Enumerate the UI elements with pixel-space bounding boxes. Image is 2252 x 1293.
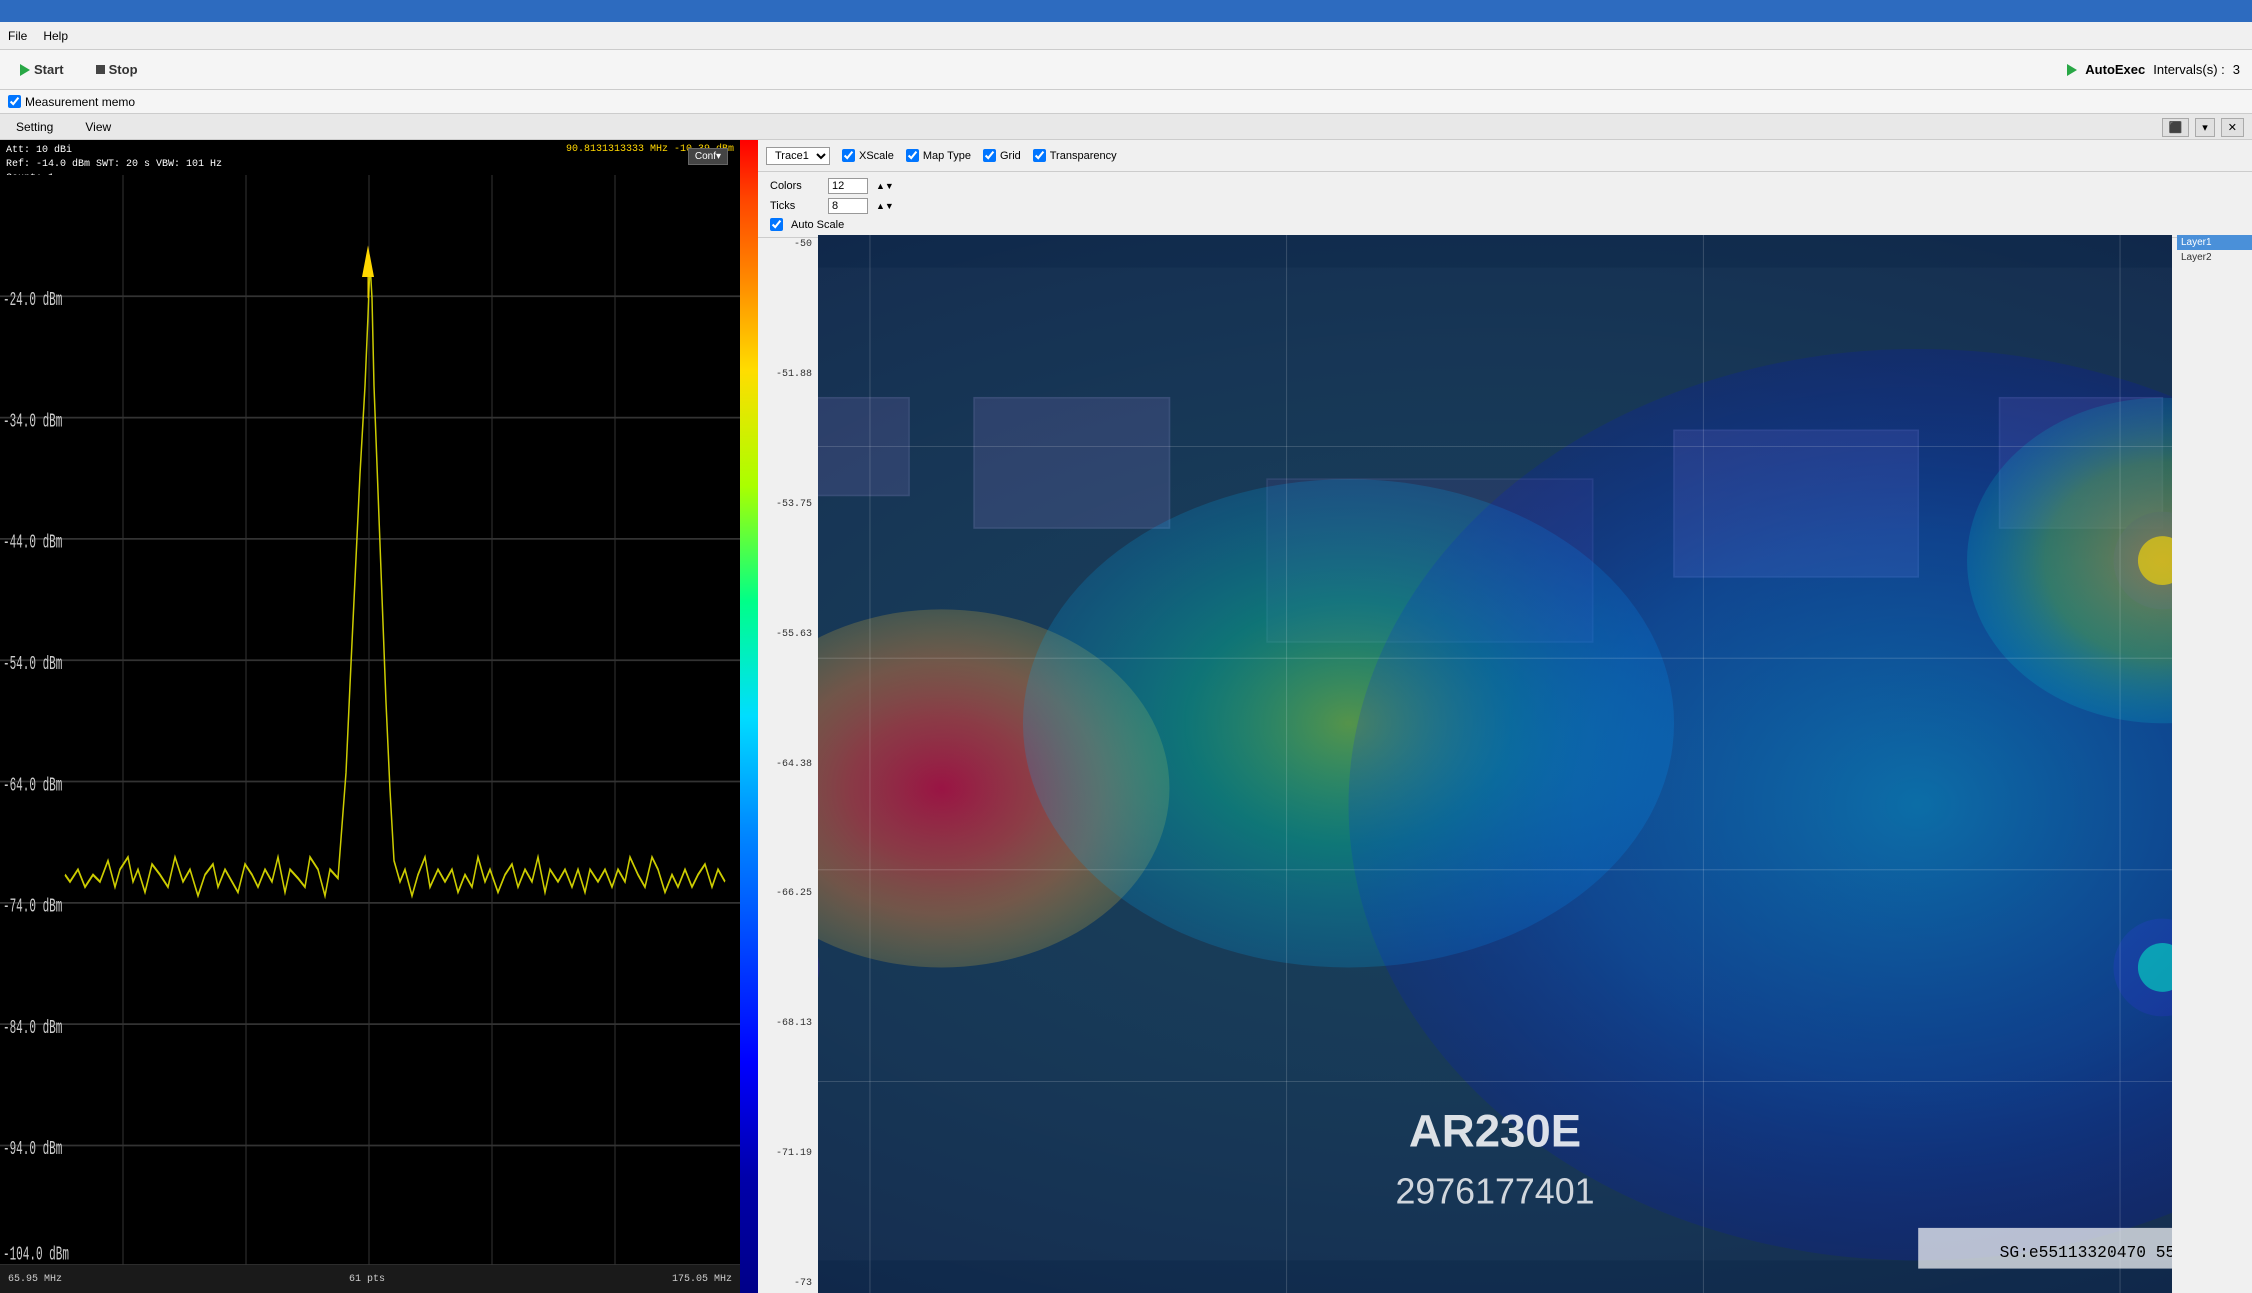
ticks-spinners: ▲▼ — [876, 201, 894, 211]
main-content: Att: 10 dBi Ref: -14.0 dBm SWT: 20 s VBW… — [0, 140, 2252, 1293]
svg-text:-84.0 dBm: -84.0 dBm — [3, 1017, 62, 1039]
stop-button[interactable]: Stop — [88, 58, 146, 81]
autoscale-row: Auto Scale — [770, 218, 2240, 231]
autoexec-play-icon — [2067, 64, 2077, 76]
scale-label: XScale — [842, 149, 894, 162]
color-scale — [740, 140, 758, 1293]
float-btn-1[interactable]: ⬛ — [2162, 118, 2190, 137]
scale-label-3: -55.63 — [760, 629, 816, 640]
help-menu[interactable]: Help — [43, 29, 68, 43]
toolbar: Start Stop AutoExec Intervals(s) : 3 — [0, 50, 2252, 90]
layer-legend: Layer1 Layer2 — [2177, 235, 2252, 265]
autoexec-section: AutoExec Intervals(s) : 3 — [2067, 62, 2240, 77]
pts-center: 61 pts — [349, 1274, 385, 1285]
map-type-checkbox[interactable] — [906, 149, 919, 162]
svg-text:-64.0 dBm: -64.0 dBm — [3, 774, 62, 796]
spectrum-canvas: -24.0 dBm -34.0 dBm -44.0 dBm -54.0 dBm … — [0, 175, 740, 1265]
intervals-value: 3 — [2233, 62, 2240, 77]
autoscale-checkbox[interactable] — [770, 218, 783, 231]
intervals-label: Intervals(s) : — [2153, 62, 2225, 77]
stop-label: Stop — [109, 62, 138, 77]
scale-label-4: -64.38 — [760, 759, 816, 770]
freq-left: 65.95 MHz — [8, 1274, 62, 1285]
start-label: Start — [34, 62, 64, 77]
autoexec-label: AutoExec — [2085, 62, 2145, 77]
colors-row: Colors ▲▼ — [770, 178, 2240, 194]
ticks-input[interactable] — [828, 198, 868, 214]
svg-text:-94.0 dBm: -94.0 dBm — [3, 1138, 62, 1160]
scale-label-7: -71.19 — [760, 1148, 816, 1159]
play-icon — [20, 64, 30, 76]
svg-text:-54.0 dBm: -54.0 dBm — [3, 653, 62, 675]
spectrum-panel: Att: 10 dBi Ref: -14.0 dBm SWT: 20 s VBW… — [0, 140, 740, 1293]
start-button[interactable]: Start — [12, 58, 72, 81]
memo-checkbox[interactable] — [8, 95, 21, 108]
scale-label-0: -50 — [760, 239, 816, 250]
grid-group: Grid — [983, 149, 1021, 162]
title-bar — [0, 0, 2252, 22]
file-menu[interactable]: File — [8, 29, 27, 43]
svg-text:-74.0 dBm: -74.0 dBm — [3, 896, 62, 918]
map-type-group: Map Type — [906, 149, 971, 162]
view-tab[interactable]: View — [77, 118, 119, 136]
settings-tab[interactable]: Setting — [8, 118, 61, 136]
grid-text: Grid — [1000, 150, 1021, 162]
scale-label-5: -66.25 — [760, 888, 816, 899]
conf-button[interactable]: Conf▾ — [688, 148, 728, 165]
svg-text:-34.0 dBm: -34.0 dBm — [3, 410, 62, 432]
colors-spinners: ▲▼ — [876, 181, 894, 191]
svg-text:AR230E: AR230E — [1409, 1106, 1581, 1157]
float-btn-2[interactable]: ▾ — [2195, 118, 2215, 137]
scale-label-1: -51.88 — [760, 369, 816, 380]
trace-select[interactable]: Trace1 — [766, 147, 830, 165]
memo-bar: Measurement memo — [0, 90, 2252, 114]
settings-bar: Setting View — [0, 114, 2252, 140]
heatmap-panel: Trace1 XScale Map Type Grid Transparency — [758, 140, 2252, 1293]
scale-checkbox[interactable] — [842, 149, 855, 162]
colors-label: Colors — [770, 180, 820, 192]
map-type-text: Map Type — [923, 150, 971, 162]
memo-checkbox-label[interactable]: Measurement memo — [8, 95, 135, 109]
heatmap-controls: Colors ▲▼ Ticks ▲▼ Auto Scale — [758, 172, 2252, 238]
svg-text:2976177401: 2976177401 — [1395, 1171, 1594, 1211]
float-toolbar: ⬛ ▾ ✕ — [2162, 118, 2244, 137]
heatmap-toolbar: Trace1 XScale Map Type Grid Transparency — [758, 140, 2252, 172]
scale-label-8: -73 — [760, 1278, 816, 1289]
memo-label: Measurement memo — [25, 95, 135, 109]
colors-input[interactable] — [828, 178, 868, 194]
scale-label-6: -68.13 — [760, 1018, 816, 1029]
heatmap-image: AR230E 2976177401 SG:e55113320470 550000… — [818, 235, 2172, 1293]
layer2-item[interactable]: Layer2 — [2177, 250, 2252, 265]
transparency-text: Transparency — [1050, 150, 1117, 162]
svg-text:-104.0 dBm: -104.0 dBm — [3, 1244, 69, 1265]
scale-text: XScale — [859, 150, 894, 162]
heatmap-scale: -50 -51.88 -53.75 -55.63 -64.38 -66.25 -… — [758, 235, 818, 1293]
scale-label-2: -53.75 — [760, 499, 816, 510]
color-gradient — [740, 140, 758, 1293]
transparency-group: Transparency — [1033, 149, 1117, 162]
att-info: Att: 10 dBi — [6, 144, 222, 158]
ticks-label: Ticks — [770, 200, 820, 212]
svg-text:SG:e55113320470 5500003797 RE: SG:e55113320470 5500003797 REV:0 — [2000, 1243, 2172, 1262]
autoscale-label: Auto Scale — [791, 219, 844, 231]
float-close[interactable]: ✕ — [2221, 118, 2244, 137]
grid-checkbox[interactable] — [983, 149, 996, 162]
freq-right: 175.05 MHz — [672, 1274, 732, 1285]
spectrum-bottom-bar: 65.95 MHz 61 pts 175.05 MHz — [0, 1265, 740, 1293]
menu-bar: File Help — [0, 22, 2252, 50]
stop-icon — [96, 65, 105, 74]
layer1-item[interactable]: Layer1 — [2177, 235, 2252, 250]
ref-info: Ref: -14.0 dBm SWT: 20 s VBW: 101 Hz — [6, 158, 222, 172]
transparency-checkbox[interactable] — [1033, 149, 1046, 162]
ticks-row: Ticks ▲▼ — [770, 198, 2240, 214]
svg-text:-44.0 dBm: -44.0 dBm — [3, 532, 62, 554]
svg-text:-24.0 dBm: -24.0 dBm — [3, 289, 62, 311]
trace-select-group: Trace1 — [766, 147, 830, 165]
